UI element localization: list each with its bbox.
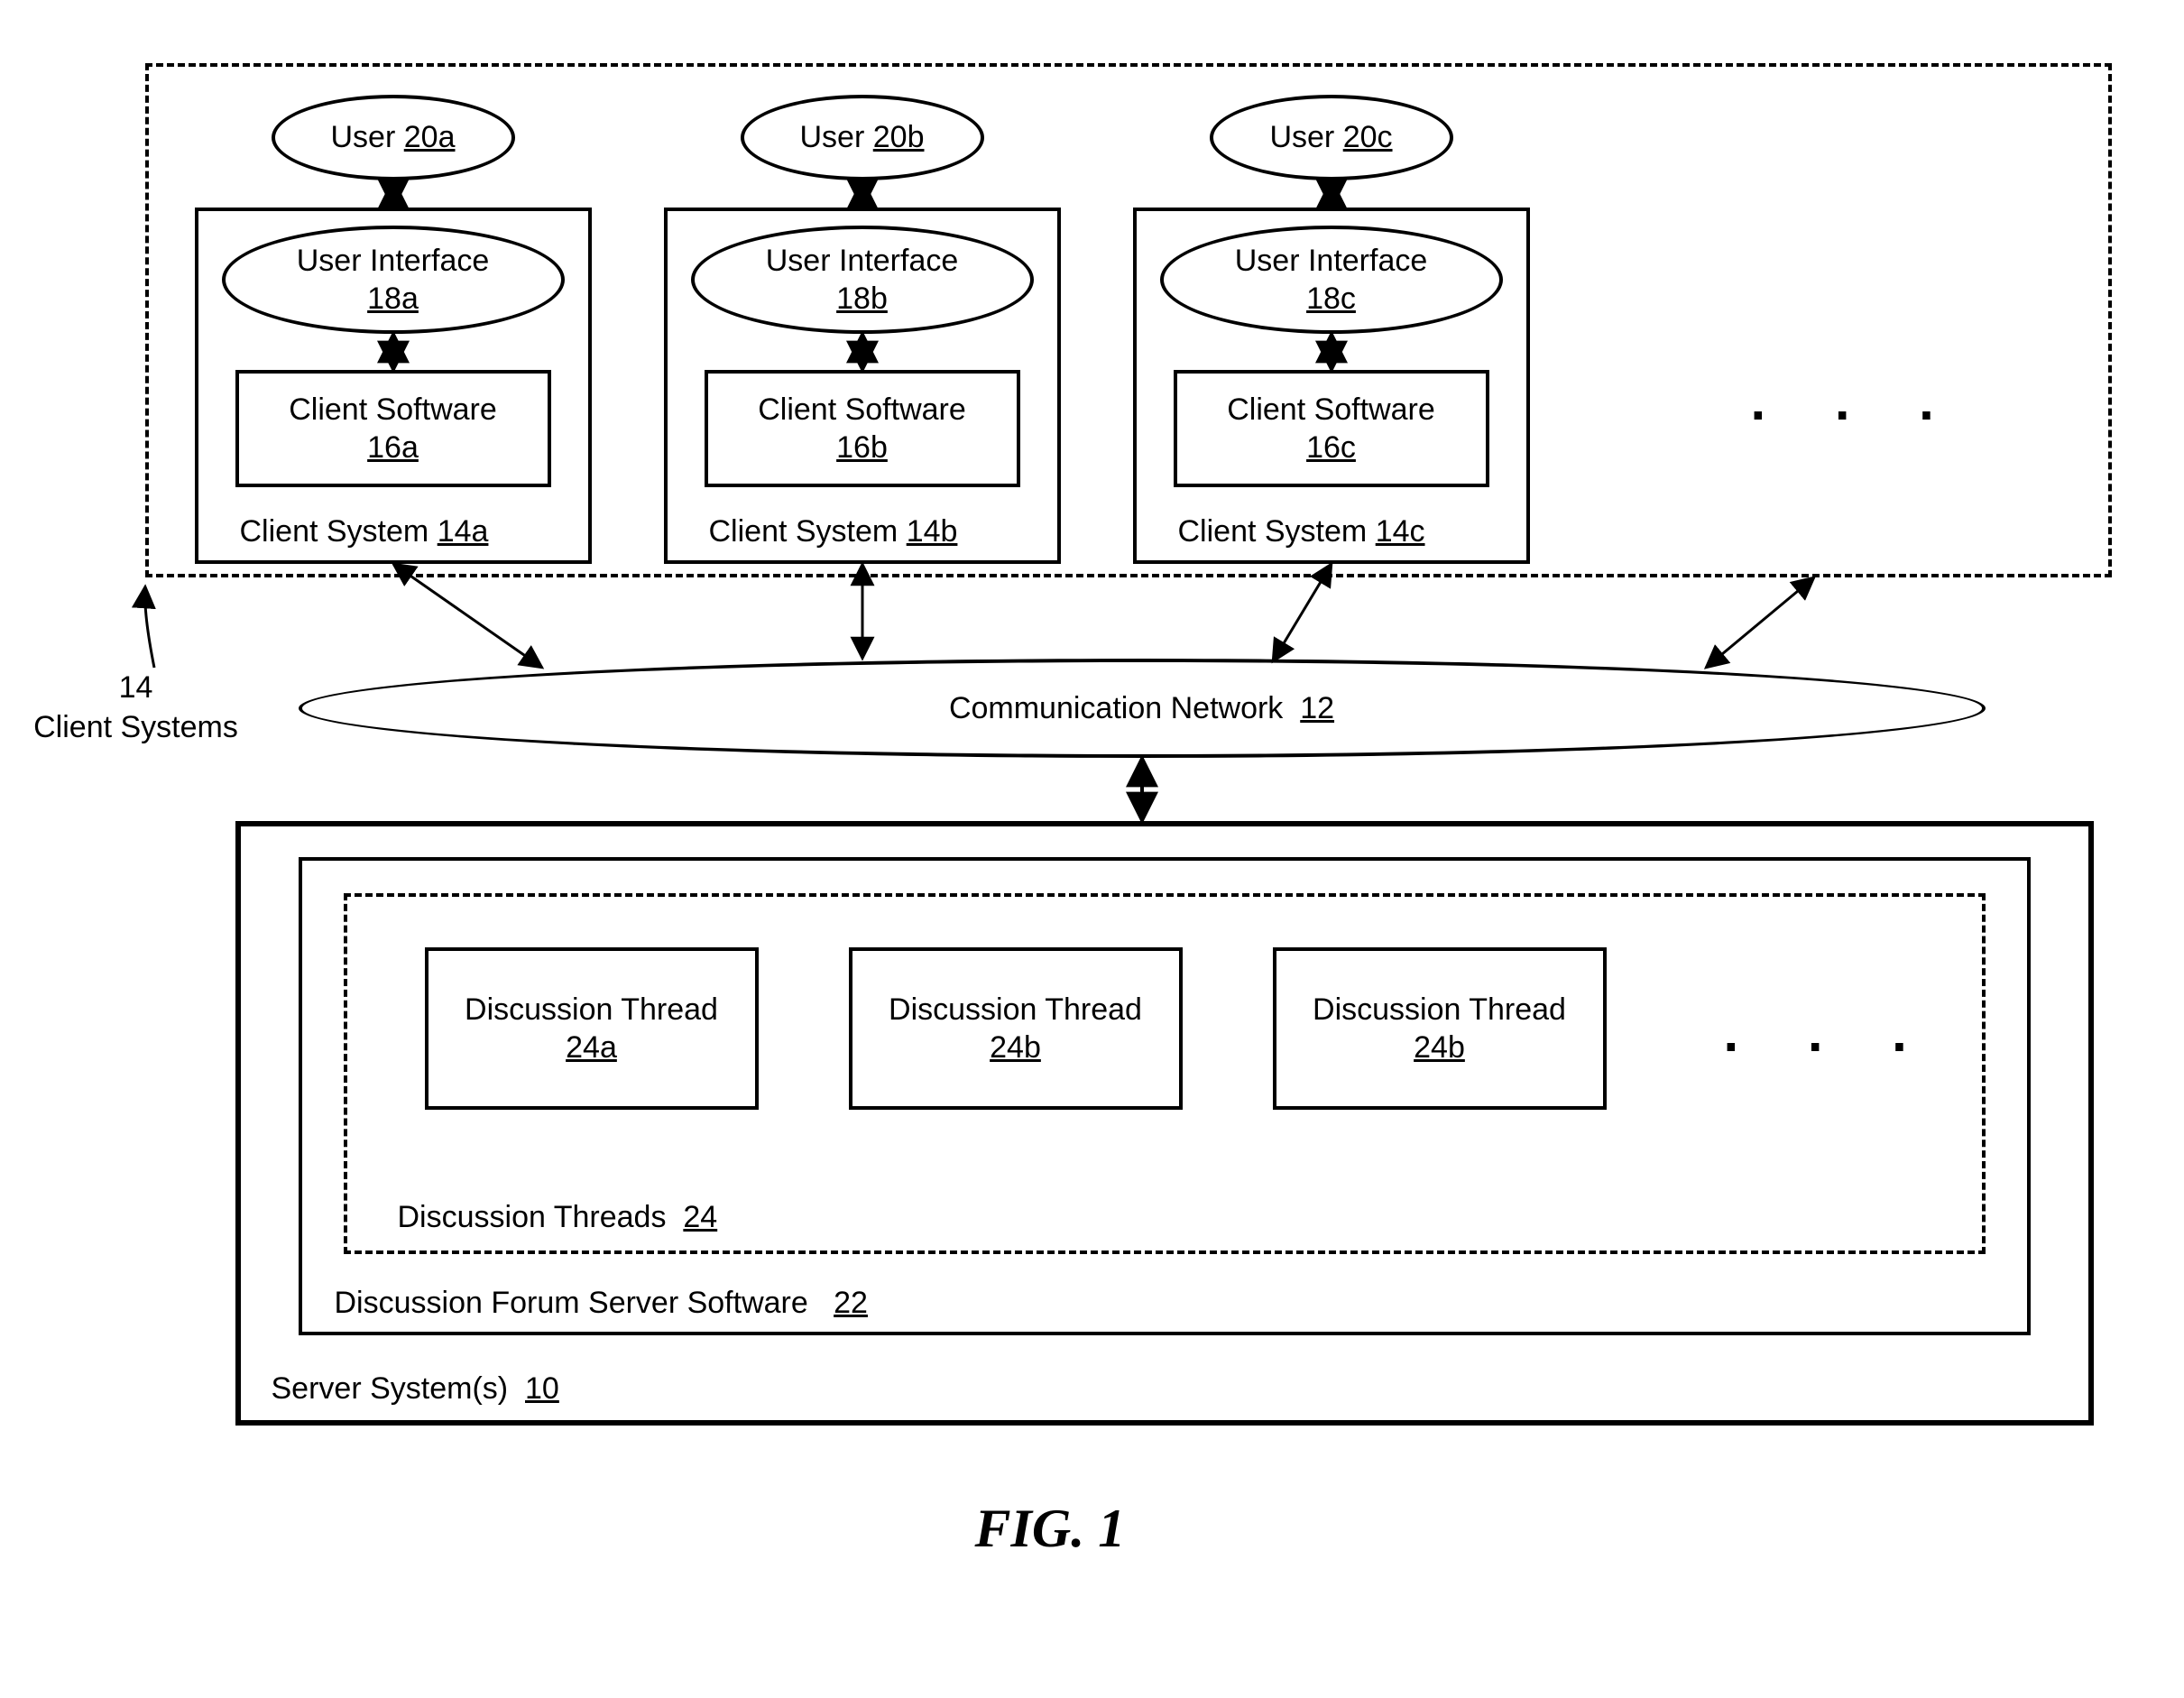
network-label: Communication Network [949, 691, 1283, 725]
threads-group-label: Discussion Threads 24 [398, 1200, 718, 1235]
user-a-label: User [331, 120, 396, 154]
sw-a-label: Client Software [289, 392, 497, 427]
thread-c-ref: 24b [1414, 1030, 1465, 1065]
user-a-ellipse: User 20a [272, 95, 515, 180]
ui-b-ellipse: User Interface18b [691, 226, 1034, 334]
sw-b-ref: 16b [836, 430, 888, 465]
diagram-canvas: User 20a User Interface18a Client Softwa… [37, 36, 2148, 1660]
threads-ellipsis: . . . [1724, 1001, 1934, 1064]
thread-b-box: Discussion Thread24b [849, 947, 1183, 1110]
ui-b-ref: 18b [836, 281, 888, 316]
clients-ellipsis: . . . [1751, 370, 1961, 432]
communication-network-ellipse: Communication Network 12 [299, 659, 1986, 758]
ui-a-label: User Interface [297, 244, 490, 278]
user-b-ref: 20b [873, 120, 925, 154]
thread-a-label: Discussion Thread [465, 992, 718, 1027]
client-systems-side-label: 14 Client Systems [19, 668, 253, 747]
thread-b-label: Discussion Thread [889, 992, 1142, 1027]
ui-c-label: User Interface [1235, 244, 1428, 278]
sw-b-box: Client Software16b [705, 370, 1020, 487]
client-a-sys-label: Client System 14a [240, 514, 489, 549]
forum-sw-label: Discussion Forum Server Software 22 [335, 1286, 868, 1321]
ui-c-ref: 18c [1306, 281, 1356, 316]
user-c-ref: 20c [1343, 120, 1393, 154]
network-ref: 12 [1300, 691, 1334, 725]
sw-a-box: Client Software16a [235, 370, 551, 487]
thread-c-label: Discussion Thread [1313, 992, 1566, 1027]
sw-c-box: Client Software16c [1174, 370, 1489, 487]
user-c-label: User [1269, 120, 1334, 154]
ui-a-ref: 18a [367, 281, 419, 316]
figure-caption: FIG. 1 [975, 1498, 1126, 1560]
sw-c-label: Client Software [1227, 392, 1435, 427]
thread-a-box: Discussion Thread24a [425, 947, 759, 1110]
ui-c-ellipse: User Interface18c [1160, 226, 1503, 334]
user-b-label: User [800, 120, 865, 154]
user-b-ellipse: User 20b [741, 95, 984, 180]
user-c-ellipse: User 20c [1210, 95, 1453, 180]
server-system-label: Server System(s) 10 [272, 1371, 559, 1407]
sw-c-ref: 16c [1306, 430, 1356, 465]
thread-c-box: Discussion Thread24b [1273, 947, 1607, 1110]
client-b-sys-label: Client System 14b [709, 514, 958, 549]
ui-a-ellipse: User Interface18a [222, 226, 565, 334]
ui-b-label: User Interface [766, 244, 959, 278]
sw-a-ref: 16a [367, 430, 419, 465]
sw-b-label: Client Software [758, 392, 966, 427]
thread-b-ref: 24b [990, 1030, 1041, 1065]
thread-a-ref: 24a [566, 1030, 617, 1065]
user-a-ref: 20a [404, 120, 456, 154]
client-c-sys-label: Client System 14c [1178, 514, 1425, 549]
